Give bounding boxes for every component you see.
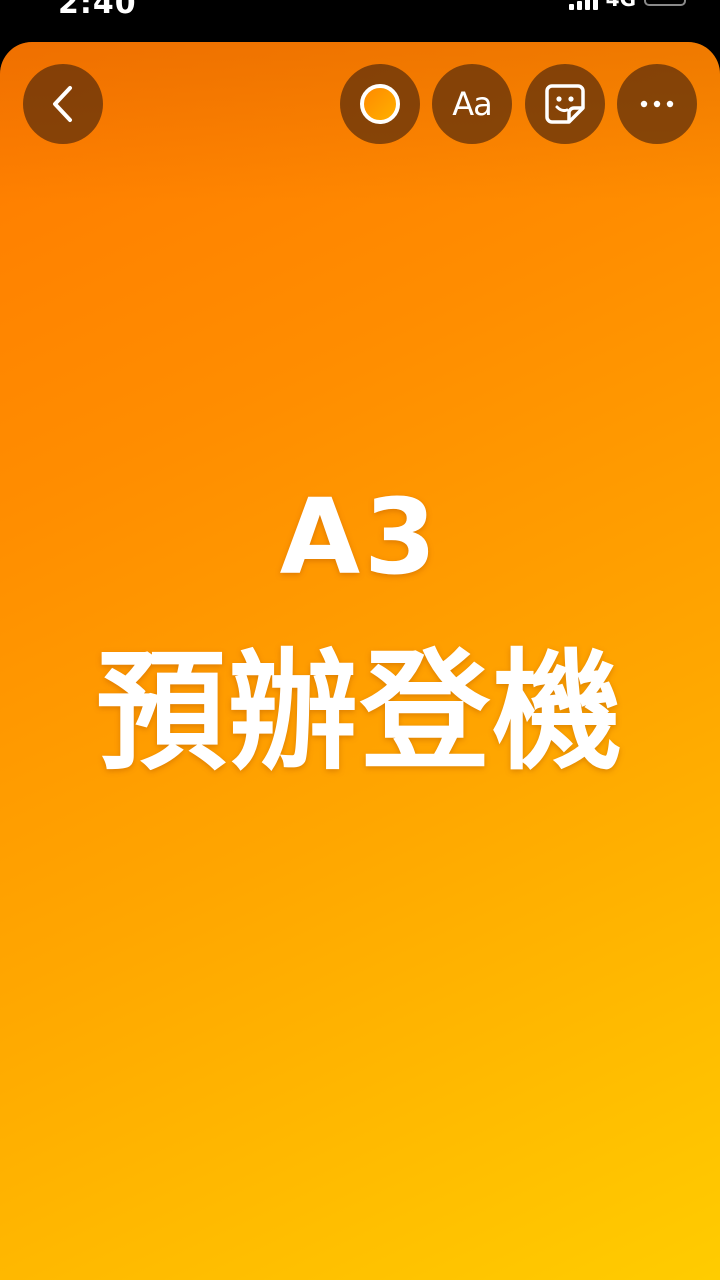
- battery-icon: [644, 0, 686, 6]
- chevron-left-icon: [53, 86, 72, 122]
- more-icon: [640, 100, 674, 108]
- background-color-button[interactable]: [340, 64, 420, 144]
- back-button[interactable]: [23, 64, 103, 144]
- sticker-icon: [545, 84, 585, 124]
- story-editor-screen: 2:40 4G Aa: [0, 0, 720, 1280]
- text-tool-button[interactable]: Aa: [432, 64, 512, 144]
- status-bar: 2:40 4G: [0, 0, 720, 42]
- network-type: 4G: [606, 0, 636, 9]
- story-text-line-1[interactable]: A3: [0, 477, 720, 597]
- sticker-button[interactable]: [525, 64, 605, 144]
- text-tool-label: Aa: [452, 85, 492, 123]
- story-text-line-2[interactable]: 預辦登機: [0, 632, 720, 792]
- more-options-button[interactable]: [617, 64, 697, 144]
- color-swatch-icon: [360, 84, 400, 124]
- status-indicators: 4G: [568, 0, 686, 12]
- signal-strength-icon: [568, 0, 598, 10]
- status-time: 2:40: [58, 0, 137, 21]
- story-canvas[interactable]: Aa A3 預辦登機: [0, 42, 720, 1280]
